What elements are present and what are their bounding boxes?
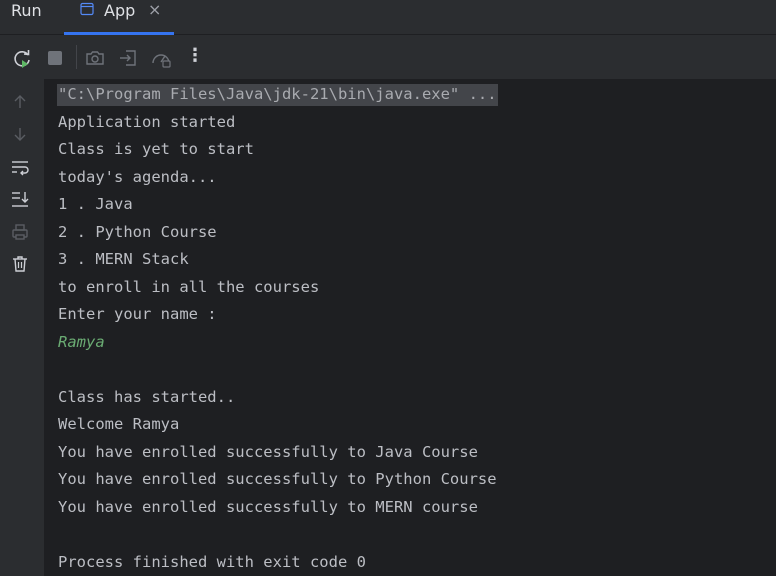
more-options-icon[interactable]: ⋮ — [184, 45, 206, 67]
output-line: Enter your name : — [58, 305, 217, 323]
speedometer-icon[interactable] — [150, 47, 172, 69]
down-arrow-icon[interactable] — [10, 124, 30, 144]
user-input-line: Ramya — [58, 333, 105, 351]
toolbar-separator — [76, 45, 77, 69]
run-panel-title: Run — [11, 1, 42, 20]
console-output[interactable]: "C:\Program Files\Java\jdk-21\bin\java.e… — [44, 79, 776, 576]
trash-icon[interactable] — [10, 254, 30, 274]
output-line: today's agenda... — [58, 168, 217, 186]
run-toolbar: ⋮ — [0, 35, 776, 79]
soft-wrap-icon[interactable] — [10, 157, 30, 177]
command-line[interactable]: "C:\Program Files\Java\jdk-21\bin\java.e… — [57, 84, 498, 106]
print-icon[interactable] — [10, 222, 30, 242]
output-line: Application started — [58, 113, 236, 131]
exit-code-line: Process finished with exit code 0 — [58, 553, 366, 571]
app-window-icon — [80, 2, 94, 16]
output-line: You have enrolled successfully to Python… — [58, 470, 497, 488]
output-line: You have enrolled successfully to MERN c… — [58, 498, 478, 516]
output-line: Class is yet to start — [58, 140, 254, 158]
up-arrow-icon[interactable] — [10, 92, 30, 112]
stop-icon[interactable] — [44, 47, 66, 69]
console-side-toolbar — [0, 79, 44, 576]
output-line: Class has started.. — [58, 388, 236, 406]
tab-close-icon[interactable]: × — [148, 0, 161, 20]
camera-icon[interactable] — [84, 47, 106, 69]
output-line: 2 . Python Course — [58, 223, 217, 241]
output-line: to enroll in all the courses — [58, 278, 320, 296]
rerun-icon[interactable] — [11, 47, 33, 69]
tab-app[interactable]: App × — [64, 0, 174, 35]
output-line: 3 . MERN Stack — [58, 250, 189, 268]
output-line: 1 . Java — [58, 195, 133, 213]
output-line: Welcome Ramya — [58, 415, 180, 433]
exit-icon[interactable] — [117, 47, 139, 69]
scroll-to-end-icon[interactable] — [10, 189, 30, 209]
tab-app-label: App — [104, 1, 136, 20]
tool-window-header: Run App × — [0, 0, 776, 35]
output-line: You have enrolled successfully to Java C… — [58, 443, 478, 461]
